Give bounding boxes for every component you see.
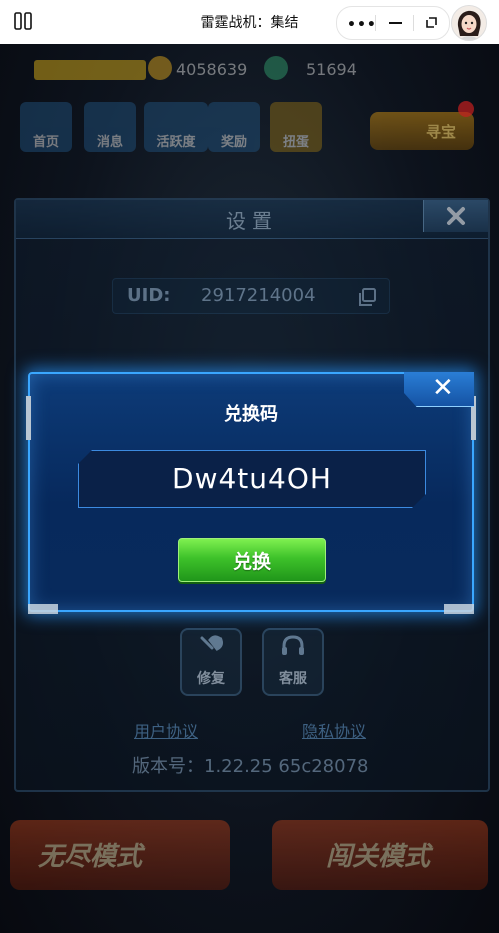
capsule-divider: [375, 15, 376, 31]
redeem-code-input[interactable]: Dw4tu4OH: [78, 450, 426, 508]
endless-mode-button[interactable]: 无尽模式: [10, 820, 230, 890]
coin-icon: [148, 56, 172, 80]
user-avatar[interactable]: [451, 5, 487, 41]
customer-service-button[interactable]: 客服: [262, 628, 324, 696]
nav-messages-button[interactable]: 消息: [84, 102, 136, 152]
restore-window-icon[interactable]: [426, 17, 437, 28]
treasure-hunt-button[interactable]: 寻宝: [370, 112, 474, 150]
repair-label: 修复: [197, 671, 225, 687]
uid-value: 2917214004: [201, 285, 316, 306]
level-bar: [34, 60, 146, 80]
version-text: 版本号：1.22.25 65c28078: [132, 756, 369, 777]
service-label: 客服: [279, 671, 307, 687]
minimize-button[interactable]: [389, 22, 402, 24]
uid-label: UID:: [127, 285, 171, 306]
mini-program-top-bar: 雷霆战机：集结 •••: [0, 0, 499, 44]
nav-label: 首页: [32, 135, 59, 150]
redeem-code-value: Dw4tu4OH: [172, 462, 332, 495]
user-agreement-link[interactable]: 用户协议: [134, 718, 198, 742]
redeem-code-dialog: 兑换码 ✕ Dw4tu4OH 兑换: [26, 372, 476, 614]
gem-icon: [264, 56, 288, 80]
capsule-menu: •••: [336, 6, 450, 40]
settings-close-button[interactable]: [423, 200, 488, 232]
nav-rewards-button[interactable]: 奖励: [208, 102, 260, 152]
nav-home-button[interactable]: 首页: [20, 102, 72, 152]
dialog-corner-ornament: [444, 604, 474, 614]
nav-label: 活跃度: [156, 135, 196, 150]
redeem-button[interactable]: 兑换: [178, 538, 326, 582]
dialog-title: 兑换码: [224, 404, 278, 425]
notification-badge: [458, 101, 474, 117]
more-options-button[interactable]: •••: [347, 17, 377, 33]
treasure-hunt-label: 寻宝: [425, 123, 456, 141]
headset-icon: [282, 635, 304, 655]
endless-mode-label: 无尽模式: [38, 842, 143, 872]
copy-icon[interactable]: [357, 287, 377, 307]
close-icon: ✕: [432, 373, 454, 403]
dialog-close-button[interactable]: ✕: [404, 372, 474, 407]
nav-label: 扭蛋: [282, 135, 309, 150]
repair-button[interactable]: 修复: [180, 628, 242, 696]
nav-label: 奖励: [220, 135, 247, 150]
nav-label: 消息: [96, 135, 123, 150]
dialog-corner-ornament: [28, 604, 58, 614]
redeem-button-label: 兑换: [232, 551, 271, 573]
capsule-divider: [413, 15, 414, 31]
settings-title-bar: 设置: [16, 200, 488, 239]
resource-hud: 4058639 51694: [8, 52, 488, 88]
coin-count: 4058639: [176, 60, 248, 79]
settings-title: 设置: [226, 209, 278, 233]
nav-activity-button[interactable]: 活跃度: [144, 102, 208, 152]
stage-mode-label: 闯关模式: [326, 842, 431, 872]
gem-count: 51694: [306, 60, 357, 79]
wrench-icon: [200, 635, 223, 651]
avatar-image: [452, 6, 486, 40]
uid-display: UID: 2917214004: [112, 278, 390, 314]
privacy-agreement-link[interactable]: 隐私协议: [302, 718, 366, 742]
nav-gacha-button[interactable]: 扭蛋: [270, 102, 322, 152]
stage-mode-button[interactable]: 闯关模式: [272, 820, 488, 890]
close-icon: [447, 207, 465, 225]
